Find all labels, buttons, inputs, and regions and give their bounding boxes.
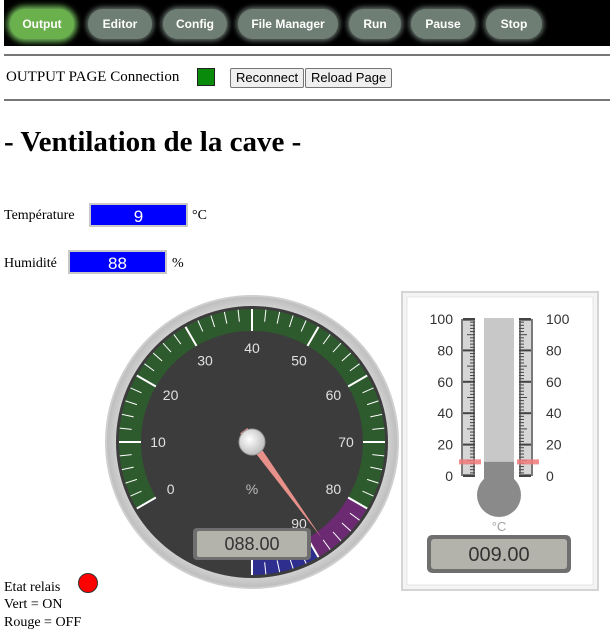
page-title: - Ventilation de la cave - [4, 126, 302, 158]
nav-file-manager-button[interactable]: File Manager [238, 9, 338, 39]
nav-run-button[interactable]: Run [349, 9, 401, 39]
gauge-display-value: 088.00 [224, 534, 279, 554]
gauge-hub [238, 428, 266, 456]
gauge-tick-label: 60 [326, 387, 342, 403]
connection-indicator [197, 68, 215, 86]
thermometer-tick-label: 40 [437, 405, 453, 421]
relay-legend-off: Rouge = OFF [4, 615, 82, 630]
nav-stop-button[interactable]: Stop [486, 9, 542, 39]
gauge-tick-label: 20 [163, 387, 179, 403]
connection-status: OUTPUT PAGE Connection [6, 69, 179, 86]
thermometer-tick-label: 60 [437, 374, 453, 390]
gauge-tick-label: 50 [291, 353, 307, 369]
thermometer-tick-label: 0 [546, 468, 554, 484]
nav-config-button[interactable]: Config [163, 9, 227, 39]
thermometer-tick-label: 40 [546, 405, 562, 421]
top-nav-bar: Output Editor Config File Manager Run Pa… [4, 0, 610, 46]
connection-label: Connection [110, 69, 180, 85]
gauge-tick-label: 40 [244, 340, 260, 356]
relay-status-indicator [78, 573, 98, 593]
thermometer-display-value: 009.00 [468, 544, 529, 566]
gauge-unit: % [246, 481, 258, 497]
nav-output-button[interactable]: Output [10, 9, 74, 39]
temperature-unit: °C [192, 208, 207, 223]
thermometer-tube [484, 318, 514, 476]
thermometer-tick-label: 80 [437, 342, 453, 358]
relay-label: Etat relais [4, 580, 61, 595]
thermometer-tick-label: 80 [546, 342, 562, 358]
thermometer-tick-label: 100 [430, 311, 454, 327]
nav-editor-button[interactable]: Editor [88, 9, 152, 39]
page-label: OUTPUT PAGE [6, 69, 107, 85]
nav-pause-button[interactable]: Pause [411, 9, 475, 39]
thermometer-tick-label: 20 [437, 437, 453, 453]
temperature-label: Température [4, 208, 75, 223]
divider-top [4, 54, 610, 56]
thermometer-bulb [477, 473, 521, 517]
divider-bottom [4, 99, 610, 101]
humidity-label: Humidité [4, 256, 57, 271]
thermometer-tick-label: 20 [546, 437, 562, 453]
humidity-unit: % [172, 256, 184, 271]
thermometer-tick-label: 60 [546, 374, 562, 390]
humidity-gauge: 0102030405060708090100 % 088.00 [105, 295, 399, 589]
thermometer-unit: °C [492, 519, 507, 534]
thermometer-tick-label: 100 [546, 311, 570, 327]
thermometer-tick-label: 0 [445, 468, 453, 484]
gauge-tick-label: 0 [167, 481, 175, 497]
temperature-thermometer: 0 0 20 20 40 40 60 60 80 80 100 100 °C 009.00 [401, 291, 599, 591]
relay-legend-on: Vert = ON [4, 597, 63, 612]
reload-page-button[interactable]: Reload Page [305, 68, 393, 88]
reconnect-button[interactable]: Reconnect [230, 68, 305, 88]
gauge-tick-label: 30 [197, 353, 213, 369]
humidity-value: 88 [68, 250, 167, 274]
gauge-tick-label: 80 [326, 481, 342, 497]
gauge-tick-label: 10 [150, 434, 166, 450]
gauge-tick-label: 70 [338, 434, 354, 450]
temperature-value: 9 [89, 203, 188, 227]
